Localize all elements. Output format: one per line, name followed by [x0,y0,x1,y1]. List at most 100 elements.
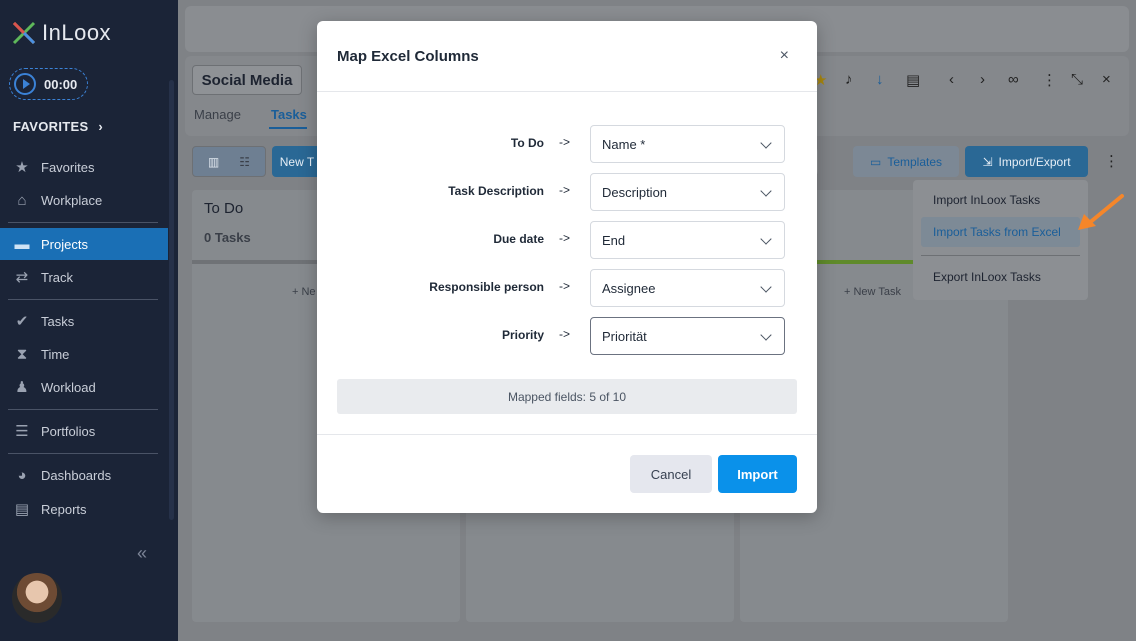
import-export-button[interactable]: ⇲ Import/Export [965,146,1088,177]
check-circle-icon: ✔ [15,313,29,330]
mapping-row: To Do -> Name * [317,125,817,163]
import-export-menu: Import InLoox Tasks Import Tasks from Ex… [913,180,1088,300]
play-icon[interactable] [14,73,36,95]
sidebar-item-workload[interactable]: ♟ Workload [0,371,168,403]
avatar[interactable] [12,573,62,623]
hourglass-icon: ⧗ [16,345,28,363]
star-icon: ★ [15,159,29,176]
dialog-header: Map Excel Columns × [317,21,817,92]
sidebar-item-portfolios[interactable]: ☰ Portfolios [0,415,168,447]
column-count: 0 Tasks [204,230,251,245]
sidebar-scrollbar[interactable] [169,80,174,520]
chevron-down-icon [760,281,772,293]
mapping-row: Priority -> Priorität [317,317,817,355]
template-icon: ▭ [869,154,882,169]
mapping-field-label: Task Description [448,184,544,198]
mapping-arrow: -> [559,327,571,341]
sidebar-item-reports[interactable]: ▤ Reports [0,493,168,525]
mapping-select[interactable]: Name * [590,125,785,163]
sidebar-item-track[interactable]: ⇄ Track [0,261,168,293]
dialog-title: Map Excel Columns [337,48,479,65]
sidebar-item-favorites[interactable]: ★ Favorites [0,151,168,183]
sidebar-divider [8,222,158,223]
arrow-down-icon[interactable]: ↓ [876,71,884,88]
chevron-down-icon [760,233,772,245]
favorites-heading[interactable]: FAVORITES › [13,119,103,134]
menu-divider [921,255,1080,256]
board-view-icon[interactable]: ▥ [208,155,219,169]
mapping-row: Due date -> End [317,221,817,259]
timer-value: 00:00 [44,76,78,92]
mapping-select[interactable]: End [590,221,785,259]
dialog-footer-divider [317,434,817,435]
mapping-arrow: -> [559,279,571,293]
mapping-arrow: -> [559,135,571,149]
sidebar-item-dashboards[interactable]: ◕ Dashboards [0,459,168,491]
mapping-field-label: Priority [501,328,544,342]
close-icon[interactable]: × [780,47,789,65]
mapping-row: Responsible person -> Assignee [317,269,817,307]
arrow-annotation-icon [1078,194,1124,230]
folder-icon: ▬ [14,235,30,253]
column-title: To Do [204,200,244,217]
sidebar-item-time[interactable]: ⧗ Time [0,338,168,370]
tab-manage[interactable]: Manage [194,107,241,122]
chevron-right-icon: › [98,119,103,134]
arrows-icon: ⇄ [15,269,29,286]
collapse-sidebar-icon[interactable]: « [137,543,147,564]
time-tracker[interactable]: 00:00 [9,68,88,100]
templates-button[interactable]: ▭ Templates [853,146,959,177]
document-icon[interactable]: ▤ [906,71,920,89]
mapping-field-label: Responsible person [429,280,544,294]
sidebar-divider [8,453,158,454]
view-toggle[interactable]: ▥ ☷ [192,146,266,177]
mapping-field-label: Due date [493,232,544,246]
chevron-right-icon[interactable]: › [980,71,985,88]
chevron-down-icon [760,185,772,197]
more-vertical-icon[interactable]: ⋮ [1104,152,1119,170]
close-icon[interactable]: × [1102,71,1111,88]
mapping-arrow: -> [559,231,571,245]
sidebar-divider [8,299,158,300]
more-vertical-icon[interactable]: ⋮ [1042,71,1057,89]
map-excel-columns-dialog: Map Excel Columns × To Do -> Name * Task… [317,21,817,513]
active-tab-indicator [269,127,307,129]
sidebar-item-projects[interactable]: ▬ Projects [0,228,168,260]
tab-tasks[interactable]: Tasks [271,107,307,122]
mapping-row: Task Description -> Description [317,173,817,211]
pie-icon: ◕ [17,466,27,484]
project-title[interactable]: Social Media [192,65,302,95]
new-task-link[interactable]: + Ne [292,286,316,298]
mapping-select[interactable]: Assignee [590,269,785,307]
chevron-down-icon [760,329,772,341]
sidebar-item-tasks[interactable]: ✔ Tasks [0,305,168,337]
minimize-icon[interactable]: ⤡ [1071,71,1083,88]
house-icon: ⌂ [17,191,27,209]
chevron-left-icon[interactable]: ‹ [949,71,954,88]
chevron-down-icon [760,137,772,149]
import-icon: ⇲ [982,154,993,169]
report-icon: ▤ [14,501,30,518]
new-task-button[interactable]: New T [272,146,322,177]
list-view-icon[interactable]: ☷ [239,155,250,169]
mapped-fields-status: Mapped fields: 5 of 10 [337,379,797,414]
logo-text: InLoox [42,20,112,45]
mapping-select[interactable]: Priorität [590,317,785,355]
menu-item-export-inloox[interactable]: Export InLoox Tasks [921,262,1080,292]
new-task-link[interactable]: + New Task [844,286,901,298]
mapping-arrow: -> [559,183,571,197]
person-icon: ♟ [15,379,29,396]
cancel-button[interactable]: Cancel [630,455,712,493]
mapping-select[interactable]: Description [590,173,785,211]
sidebar-divider [8,409,158,410]
inloox-logo-icon [12,21,36,45]
bell-icon[interactable]: ♪ [845,71,853,88]
import-button[interactable]: Import [718,455,797,493]
menu-item-import-excel[interactable]: Import Tasks from Excel [921,217,1080,247]
mapping-field-label: To Do [510,136,544,150]
sidebar: InLoox 00:00 FAVORITES › ★ Favorites ⌂ W… [0,0,178,641]
app-logo[interactable]: InLoox [12,20,111,46]
link-icon[interactable]: ∞ [1008,71,1019,88]
sidebar-item-workplace[interactable]: ⌂ Workplace [0,184,168,216]
menu-item-import-inloox[interactable]: Import InLoox Tasks [921,185,1080,215]
